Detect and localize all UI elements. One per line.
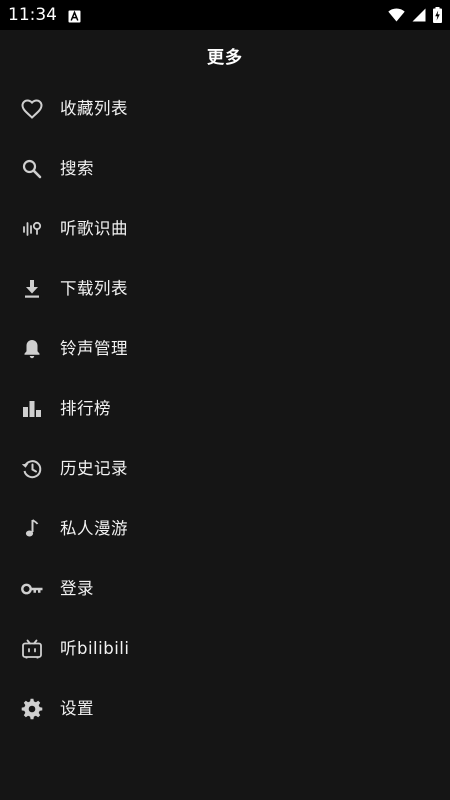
menu-item-settings[interactable]: 设置 [0,679,450,739]
key-icon [20,577,44,601]
menu-list: 收藏列表 搜索 听歌识曲 下载列表 铃声管理 排行榜 历史记录 私人漫游 登录 … [0,79,450,739]
bell-icon [20,337,44,361]
menu-item-charts[interactable]: 排行榜 [0,379,450,439]
menu-item-search[interactable]: 搜索 [0,139,450,199]
gear-icon [20,697,44,721]
a-box-icon [68,8,81,23]
battery-charging-icon [433,7,442,23]
menu-item-label: 登录 [60,579,94,598]
menu-item-ringtones[interactable]: 铃声管理 [0,319,450,379]
download-icon [20,277,44,301]
wifi-icon [388,8,405,22]
menu-item-login[interactable]: 登录 [0,559,450,619]
menu-item-label: 听歌识曲 [60,219,128,238]
menu-item-downloads[interactable]: 下载列表 [0,259,450,319]
menu-item-label: 私人漫游 [60,519,128,538]
menu-item-personal-fm[interactable]: 私人漫游 [0,499,450,559]
tv-icon [20,637,44,661]
menu-item-label: 下载列表 [60,279,128,298]
menu-item-label: 搜索 [60,159,94,178]
music-note-icon [20,517,44,541]
page-header: 更多 [0,30,450,80]
bar-chart-icon [20,397,44,421]
menu-item-history[interactable]: 历史记录 [0,439,450,499]
menu-item-label: 听bilibili [60,639,130,658]
menu-item-favorites[interactable]: 收藏列表 [0,79,450,139]
menu-item-song-recognition[interactable]: 听歌识曲 [0,199,450,259]
menu-item-label: 铃声管理 [60,339,128,358]
menu-item-bilibili[interactable]: 听bilibili [0,619,450,679]
heart-outline-icon [20,97,44,121]
history-icon [20,457,44,481]
menu-item-label: 设置 [60,699,94,718]
audio-recognize-icon [20,217,44,241]
status-bar: 11:34 [0,0,450,30]
menu-item-label: 排行榜 [60,399,111,418]
status-icons [388,6,442,24]
signal-icon [412,8,426,22]
status-time: 11:34 [8,5,57,25]
menu-item-label: 收藏列表 [60,99,128,118]
menu-item-label: 历史记录 [60,459,128,478]
search-icon [20,157,44,181]
page-title: 更多 [207,47,243,68]
